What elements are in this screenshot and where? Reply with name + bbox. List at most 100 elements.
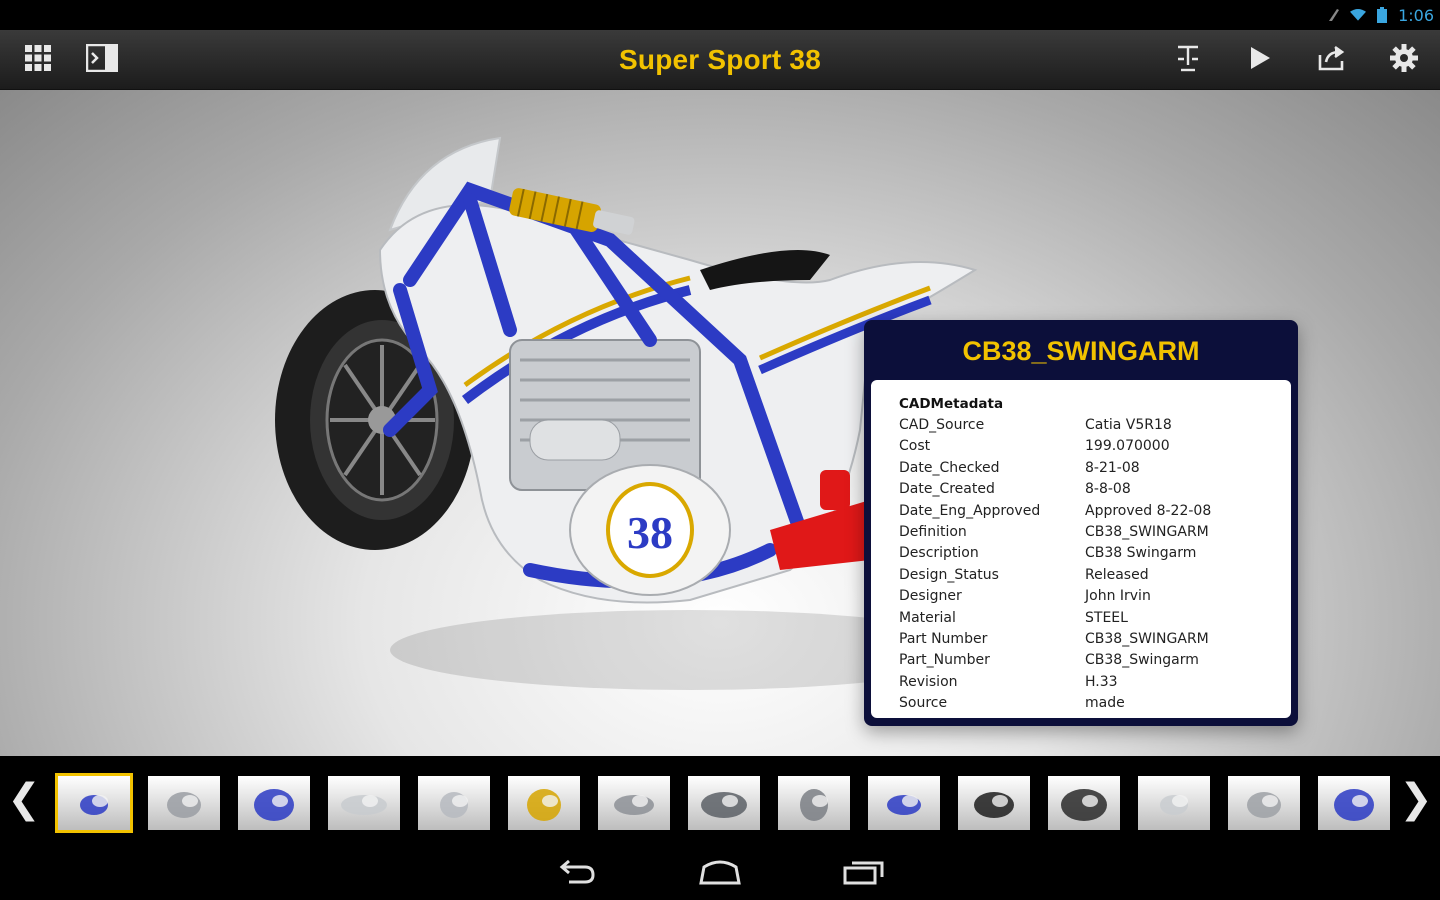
panel-toggle-button[interactable] — [82, 40, 122, 80]
metadata-heading: CADMetadata — [899, 396, 1004, 412]
part-thumbnail[interactable] — [1228, 776, 1300, 830]
chevron-left-icon: ❮ — [7, 776, 41, 822]
part-thumbnail[interactable] — [868, 776, 940, 830]
metadata-key: Definition — [899, 523, 967, 540]
metadata-key: Date_Eng_Approved — [899, 502, 1041, 519]
top-toolbar: Super Sport 38 — [0, 30, 1440, 90]
metadata-row: Definition CB38_SWINGARM — [899, 524, 1291, 545]
part-preview-icon — [527, 789, 561, 821]
part-thumbnail[interactable] — [1318, 776, 1390, 830]
wifi-icon — [1350, 7, 1367, 23]
grid-menu-button[interactable] — [18, 40, 58, 80]
metadata-value: CB38 Swingarm — [1085, 545, 1197, 562]
metadata-value: made — [1085, 695, 1125, 712]
metadata-row: Source made — [899, 695, 1291, 716]
status-clock: 1:06 — [1398, 5, 1434, 25]
recent-apps-icon — [842, 859, 886, 890]
part-preview-icon — [1247, 792, 1281, 818]
thumbnails-previous-button[interactable]: ❮ — [6, 774, 42, 824]
thumbnails-next-button[interactable]: ❯ — [1398, 774, 1434, 824]
part-preview-icon — [701, 792, 747, 818]
part-preview-icon — [974, 792, 1014, 818]
part-thumbnail[interactable] — [238, 776, 310, 830]
metadata-value: Approved 8-22-08 — [1085, 502, 1212, 519]
metadata-row: Description CB38 Swingarm — [899, 545, 1291, 566]
part-thumbnail[interactable] — [508, 776, 580, 830]
part-thumbnail[interactable] — [418, 776, 490, 830]
part-thumbnail-strip: ❮ ❯ — [0, 756, 1440, 846]
metadata-key: Material — [899, 609, 956, 626]
notification-icon — [1326, 7, 1342, 23]
metadata-row: Designer John Irvin — [899, 588, 1291, 609]
status-bar: 1:06 — [0, 0, 1440, 30]
share-icon — [1317, 45, 1347, 76]
share-button[interactable] — [1312, 40, 1352, 80]
part-thumbnail[interactable] — [55, 773, 133, 833]
metadata-row: Part Number CB38_SWINGARM — [899, 631, 1291, 652]
metadata-value: CB38_Swingarm — [1085, 652, 1199, 669]
3d-viewport[interactable]: 38 CB38_SWINGARM CADMetadata CAD_Source C… — [0, 90, 1440, 756]
metadata-row: CAD_Source Catia V5R18 — [899, 417, 1291, 438]
part-preview-icon — [341, 795, 387, 815]
metadata-value: STEEL — [1085, 609, 1128, 626]
part-thumbnail[interactable] — [778, 776, 850, 830]
part-preview-icon — [614, 795, 654, 815]
part-thumbnail[interactable] — [958, 776, 1030, 830]
metadata-value: 199.070000 — [1085, 438, 1170, 455]
metadata-value: H.33 — [1085, 673, 1118, 690]
part-preview-icon — [440, 792, 468, 818]
metadata-value: Catia V5R18 — [1085, 417, 1172, 433]
grid-icon — [24, 44, 52, 77]
part-preview-icon — [1061, 789, 1107, 821]
part-thumbnail[interactable] — [1048, 776, 1120, 830]
metadata-key: Designer — [899, 588, 962, 605]
metadata-value: CB38_SWINGARM — [1085, 630, 1209, 647]
part-info-panel: CB38_SWINGARM CADMetadata CAD_Source Cati… — [864, 320, 1298, 726]
part-thumbnail[interactable] — [598, 776, 670, 830]
metadata-key: Date_Checked — [899, 459, 1000, 476]
metadata-key: Part Number — [899, 630, 988, 647]
home-icon — [698, 859, 742, 890]
play-button[interactable] — [1240, 40, 1280, 80]
text-annotation-button[interactable] — [1168, 40, 1208, 80]
settings-button[interactable] — [1384, 40, 1424, 80]
metadata-key: Design_Status — [899, 566, 999, 583]
text-tool-icon — [1175, 43, 1201, 78]
metadata-table: CADMetadata CAD_Source Catia V5R18 Cost 199… — [871, 380, 1291, 718]
part-preview-icon — [800, 789, 828, 821]
play-icon — [1248, 45, 1272, 76]
battery-icon — [1374, 7, 1390, 23]
chevron-right-icon: ❯ — [1399, 776, 1433, 822]
part-preview-icon — [167, 792, 201, 818]
metadata-key: CAD_Source — [899, 417, 985, 433]
part-preview-icon — [80, 795, 108, 815]
back-arrow-icon — [555, 859, 597, 890]
part-thumbnail[interactable] — [328, 776, 400, 830]
metadata-value: Released — [1085, 566, 1149, 583]
system-nav-bar — [0, 846, 1440, 900]
part-thumbnail[interactable] — [148, 776, 220, 830]
metadata-row: Cost 199.070000 — [899, 438, 1291, 459]
metadata-row: Design_Status Released — [899, 567, 1291, 588]
metadata-row: Date_Checked 8-21-08 — [899, 460, 1291, 481]
metadata-key: Revision — [899, 673, 958, 690]
metadata-row: Date_Created 8-8-08 — [899, 481, 1291, 502]
home-button[interactable] — [690, 856, 750, 892]
part-name-title: CB38_SWINGARM — [962, 336, 1200, 366]
metadata-key: Source — [899, 695, 948, 712]
metadata-key: Date_Created — [899, 481, 995, 498]
metadata-value: CB38_SWINGARM — [1085, 523, 1209, 540]
metadata-row: Date_Eng_Approved Approved 8-22-08 — [899, 503, 1291, 524]
back-button[interactable] — [546, 856, 606, 892]
page-title: Super Sport 38 — [619, 44, 821, 75]
metadata-value: John Irvin — [1085, 588, 1151, 605]
part-preview-icon — [1160, 795, 1188, 815]
metadata-row: Revision H.33 — [899, 674, 1291, 695]
metadata-key: Description — [899, 545, 979, 562]
part-thumbnail[interactable] — [1138, 776, 1210, 830]
recent-apps-button[interactable] — [834, 856, 894, 892]
part-preview-icon — [254, 789, 294, 821]
metadata-row: Material STEEL — [899, 610, 1291, 631]
metadata-key: Part_Number — [899, 652, 990, 669]
part-thumbnail[interactable] — [688, 776, 760, 830]
